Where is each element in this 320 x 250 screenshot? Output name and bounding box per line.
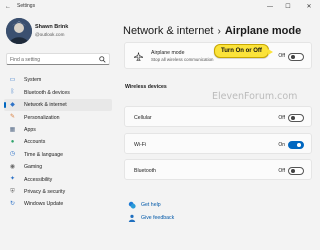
toggle-knob — [291, 116, 295, 120]
page-title: Airplane mode — [224, 25, 302, 37]
bluetooth-row[interactable]: Bluetooth Off — [124, 159, 312, 180]
sidebar-item-bluetooth-devices[interactable]: ᛒ Bluetooth & devices — [4, 86, 112, 98]
update-icon: ↻ — [9, 200, 16, 207]
user-name: Shawn Brink — [35, 24, 69, 30]
sidebar-item-network-internet[interactable]: ◆ Network & internet — [4, 98, 112, 112]
search-input[interactable] — [10, 55, 98, 64]
back-arrow-icon[interactable]: ← — [3, 2, 13, 12]
close-button[interactable]: ✕ — [302, 0, 316, 14]
sidebar-item-label: Accessibility — [24, 176, 53, 183]
breadcrumb-parent[interactable]: Network & internet — [123, 25, 213, 37]
bluetooth-toggle[interactable] — [288, 166, 304, 175]
bluetooth-state: Off — [278, 167, 285, 174]
network-icon: ◆ — [10, 101, 15, 108]
brush-icon: ✎ — [9, 114, 16, 121]
airplane-mode-description: Stop all wireless communication — [151, 57, 214, 62]
sidebar-item-label: Privacy & security — [24, 188, 66, 195]
sidebar-item-time-language[interactable]: ◷ Time & language — [4, 148, 112, 160]
cellular-row[interactable]: Cellular Off — [124, 106, 312, 127]
shield-icon: ⛨ — [10, 188, 15, 195]
bluetooth-icon: ᛒ — [10, 89, 15, 96]
sidebar-item-windows-update[interactable]: ↻ Windows Update — [4, 198, 112, 210]
wi-fi-state: On — [278, 141, 285, 148]
sidebar-item-accounts[interactable]: ● Accounts — [4, 136, 112, 148]
feedback-icon — [128, 214, 136, 222]
sidebar-item-label: Accounts — [24, 139, 46, 146]
get-help-link[interactable]: Get help — [128, 199, 248, 212]
sidebar-item-system[interactable]: ▭ System — [4, 74, 112, 86]
cellular-label: Cellular — [134, 114, 152, 121]
title-bar: ← Settings — ☐ ✕ — [0, 0, 319, 14]
search-box[interactable] — [6, 53, 110, 65]
bluetooth-label: Bluetooth — [134, 167, 156, 174]
maximize-button[interactable]: ☐ — [281, 0, 295, 14]
airplane-mode-label: Airplane mode — [151, 50, 185, 56]
callout-annotation: Turn On or Off — [214, 44, 273, 58]
toggle-knob — [291, 55, 295, 59]
sidebar-item-gaming[interactable]: ◉ Gaming — [4, 161, 112, 173]
controller-icon: ◉ — [9, 163, 16, 170]
avatar[interactable] — [6, 18, 32, 44]
sidebar-item-privacy-security[interactable]: ⛨ Privacy & security — [4, 186, 112, 198]
wi-fi-label: Wi-Fi — [134, 141, 147, 148]
wi-fi-toggle[interactable] — [288, 140, 304, 149]
airplane-icon — [134, 52, 143, 61]
sidebar-item-label: Apps — [24, 126, 36, 133]
sidebar-item-label: Time & language — [24, 151, 64, 158]
toggle-knob — [291, 169, 295, 173]
user-email: @outlook.com — [35, 32, 65, 37]
give-feedback-link[interactable]: Give feedback — [128, 212, 248, 225]
breadcrumb-separator: › — [217, 26, 221, 37]
search-icon[interactable] — [99, 56, 106, 63]
sidebar-item-apps[interactable]: ▦ Apps — [4, 124, 112, 136]
minimize-button[interactable]: — — [263, 0, 277, 14]
sidebar: Shawn Brink @outlook.com ▭ System ᛒ Bluetoo… — [0, 14, 116, 250]
window-title: Settings — [17, 3, 36, 9]
accessibility-icon: ✦ — [9, 176, 16, 183]
help-icon — [128, 201, 136, 209]
sidebar-item-label: Gaming — [24, 164, 43, 171]
apps-icon: ▦ — [9, 126, 16, 133]
sidebar-item-accessibility[interactable]: ✦ Accessibility — [4, 173, 112, 185]
get-help-label: Get help — [141, 202, 161, 208]
help-links: Get help Give feedback — [128, 199, 248, 224]
sidebar-item-label: Network & internet — [24, 102, 67, 109]
cellular-toggle[interactable] — [288, 113, 304, 122]
airplane-mode-toggle[interactable] — [288, 52, 304, 61]
person-icon: ● — [10, 138, 15, 145]
cellular-state: Off — [278, 114, 285, 121]
give-feedback-label: Give feedback — [141, 214, 175, 221]
sidebar-item-personalization[interactable]: ✎ Personalization — [4, 111, 112, 123]
monitor-icon: ▭ — [9, 77, 16, 83]
sidebar-item-label: Windows Update — [24, 201, 64, 208]
nav-list: ▭ System ᛒ Bluetooth & devices ◆ Network & in… — [4, 74, 112, 210]
sidebar-item-label: Personalization — [24, 114, 60, 121]
wireless-devices-heading: Wireless devices — [125, 84, 167, 90]
clock-globe-icon: ◷ — [9, 151, 16, 158]
sidebar-item-label: System — [24, 77, 42, 84]
sidebar-item-label: Bluetooth & devices — [24, 89, 70, 96]
airplane-mode-state: Off — [278, 53, 285, 59]
breadcrumb: Network & internet › Airplane mode — [123, 25, 301, 37]
toggle-knob — [297, 143, 301, 147]
watermark: ElevenForum.com — [212, 91, 298, 102]
wi-fi-row[interactable]: Wi-Fi On — [124, 133, 312, 154]
